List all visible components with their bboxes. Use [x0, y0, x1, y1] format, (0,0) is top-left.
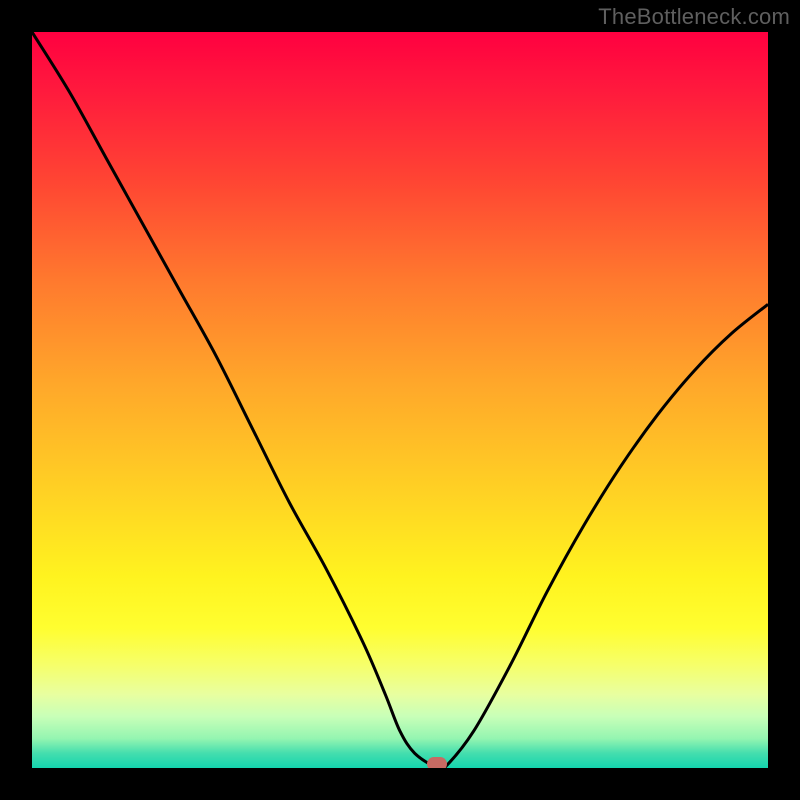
chart-frame: TheBottleneck.com: [0, 0, 800, 800]
bottleneck-curve: [32, 32, 768, 768]
plot-area: [32, 32, 768, 768]
min-marker: [427, 757, 447, 768]
curve-path: [32, 32, 768, 768]
watermark-text: TheBottleneck.com: [598, 4, 790, 30]
